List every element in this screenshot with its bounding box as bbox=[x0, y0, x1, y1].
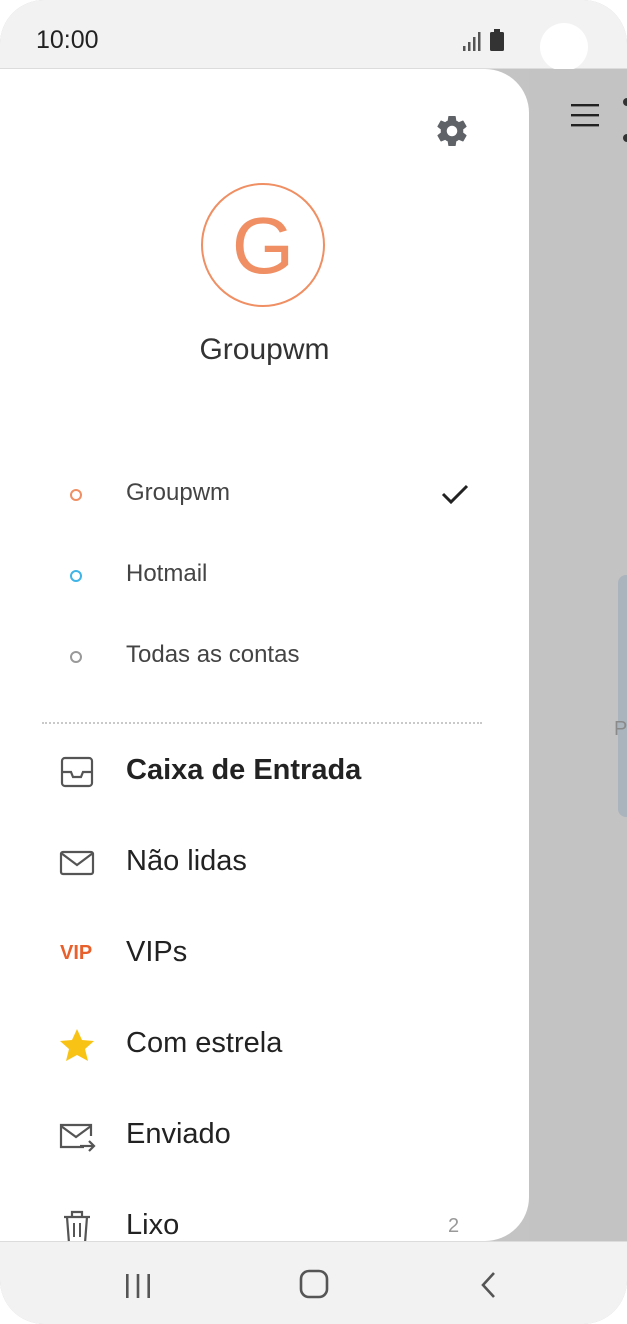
envelope-icon bbox=[59, 850, 95, 876]
account-label: Hotmail bbox=[126, 560, 208, 587]
back-icon[interactable] bbox=[476, 1270, 502, 1300]
trash-icon bbox=[64, 1210, 90, 1241]
sent-icon bbox=[59, 1123, 96, 1152]
account-item-all[interactable]: Todas as contas bbox=[0, 629, 529, 689]
battery-icon bbox=[490, 29, 504, 51]
inbox-icon bbox=[60, 756, 94, 788]
background-peek-text: P bbox=[614, 718, 627, 740]
background-card bbox=[618, 575, 627, 817]
phone-screen: 10:00 P G Groupwm Groupwm Hotmail Todas … bbox=[0, 0, 627, 1324]
folder-count-badge: 2 bbox=[448, 1215, 460, 1237]
folder-label: Com estrela bbox=[126, 1027, 283, 1059]
vip-icon: VIP bbox=[60, 942, 93, 964]
account-dot-icon bbox=[70, 489, 82, 501]
folder-item-unread[interactable]: Não lidas bbox=[0, 823, 529, 903]
menu-icon[interactable] bbox=[570, 100, 600, 130]
folder-item-vips[interactable]: VIP VIPs bbox=[0, 914, 529, 994]
front-camera-cutout bbox=[540, 23, 588, 71]
settings-gear-icon[interactable] bbox=[434, 113, 470, 149]
account-dot-icon bbox=[70, 651, 82, 663]
divider bbox=[42, 722, 482, 724]
folder-label: Lixo bbox=[126, 1209, 180, 1241]
background-app bbox=[529, 69, 627, 1241]
folder-item-sent[interactable]: Enviado bbox=[0, 1096, 529, 1176]
folder-item-starred[interactable]: Com estrela bbox=[0, 1005, 529, 1085]
account-label: Groupwm bbox=[126, 479, 231, 506]
folder-label: VIPs bbox=[126, 936, 188, 968]
checkmark-icon bbox=[441, 484, 469, 505]
home-icon[interactable] bbox=[298, 1268, 330, 1300]
signal-icon bbox=[463, 32, 481, 51]
avatar-letter: G bbox=[231, 201, 295, 290]
account-avatar[interactable]: G bbox=[201, 183, 325, 307]
folder-item-trash[interactable]: Lixo 2 bbox=[0, 1187, 529, 1241]
status-time: 10:00 bbox=[36, 26, 99, 54]
star-icon bbox=[60, 1029, 94, 1061]
account-dot-icon bbox=[70, 570, 82, 582]
overflow-menu-icon[interactable] bbox=[622, 96, 627, 146]
status-bar: 10:00 bbox=[0, 0, 627, 71]
folder-label: Não lidas bbox=[126, 845, 247, 877]
account-item-groupwm[interactable]: Groupwm bbox=[0, 467, 529, 527]
recent-apps-icon[interactable] bbox=[122, 1273, 154, 1299]
system-navigation-bar bbox=[0, 1241, 627, 1324]
navigation-drawer: G Groupwm Groupwm Hotmail Todas as conta… bbox=[0, 69, 529, 1241]
account-item-hotmail[interactable]: Hotmail bbox=[0, 548, 529, 608]
account-name: Groupwm bbox=[199, 333, 330, 366]
folder-label: Caixa de Entrada bbox=[126, 754, 362, 786]
folder-label: Enviado bbox=[126, 1118, 231, 1150]
folder-item-inbox[interactable]: Caixa de Entrada bbox=[0, 732, 529, 812]
account-label: Todas as contas bbox=[126, 641, 300, 668]
